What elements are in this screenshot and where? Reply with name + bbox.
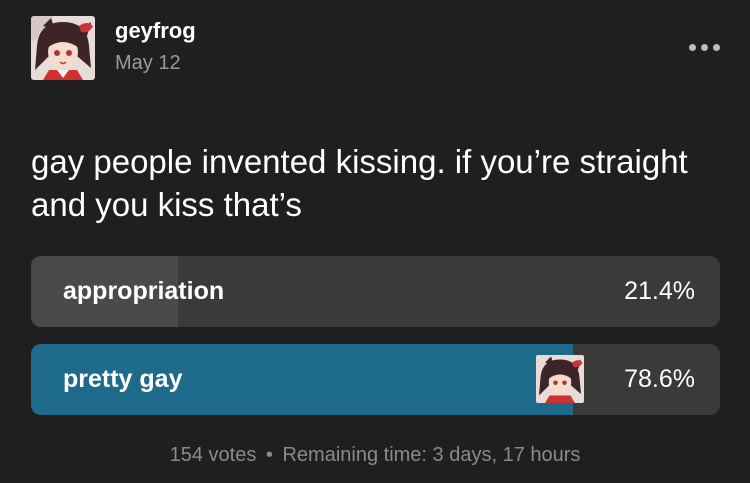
voter-avatar <box>536 355 584 403</box>
poll-option-pretty-gay[interactable]: pretty gay 78.6% <box>31 344 720 415</box>
more-dots-icon <box>700 43 708 51</box>
more-dots-icon <box>712 43 720 51</box>
poll-question: gay people invented kissing. if you’re s… <box>31 143 688 223</box>
poll-option-appropriation[interactable]: appropriation 21.4% <box>31 256 720 327</box>
poll-option-percent: 21.4% <box>624 277 695 305</box>
more-dots-icon <box>688 43 696 51</box>
footer-separator: • <box>265 444 273 466</box>
poll-post: geyfrog May 12 gay people invented kissi… <box>0 0 750 483</box>
more-options-button[interactable] <box>680 32 728 62</box>
author-avatar[interactable] <box>31 16 95 80</box>
remaining-time: Remaining time: 3 days, 17 hours <box>282 444 581 466</box>
poll-footer: 154 votes • Remaining time: 3 days, 17 h… <box>0 444 750 467</box>
post-date[interactable]: May 12 <box>115 52 181 75</box>
poll-option-percent: 78.6% <box>624 365 695 393</box>
poll-option-label: appropriation <box>63 277 225 305</box>
vote-count: 154 votes <box>169 444 257 466</box>
poll-option-label: pretty gay <box>63 365 183 393</box>
author-name[interactable]: geyfrog <box>115 18 196 44</box>
